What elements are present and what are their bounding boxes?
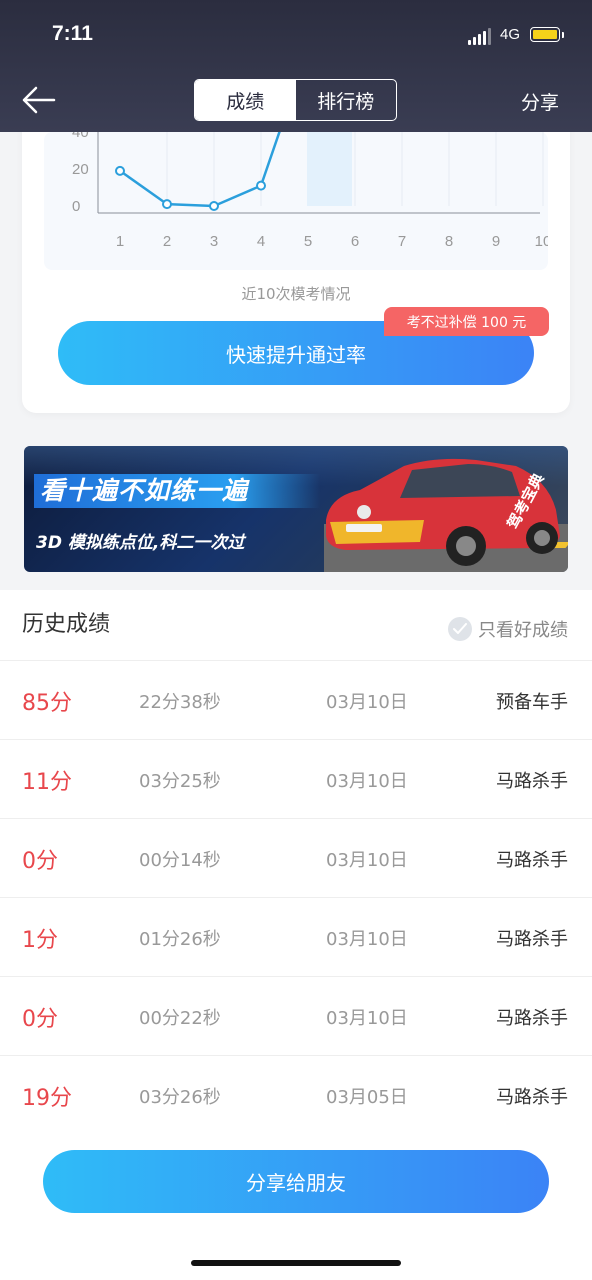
banner-title: 看十遍不如练一遍	[34, 474, 320, 508]
chart-y-tick-label: 40	[72, 132, 89, 141]
chart-x-tick-label: 4	[257, 233, 265, 250]
chart-data-point	[256, 180, 266, 191]
chart-area: 0 20 40 1 2 3 4 5 6 7 8 9 10	[44, 132, 548, 270]
banner-subtitle: 3D 模拟练点位,科二一次过	[36, 533, 245, 553]
row-score: 11分	[22, 770, 72, 795]
promo-banner[interactable]: 看十遍不如练一遍 3D 模拟练点位,科二一次过 驾考宝典	[24, 446, 568, 572]
tab-leaderboard[interactable]: 排行榜	[296, 80, 397, 120]
row-rank: 马路杀手	[496, 771, 568, 792]
row-duration: 03分26秒	[139, 1087, 221, 1108]
row-date: 03月10日	[326, 692, 408, 713]
row-duration: 01分26秒	[139, 929, 221, 950]
row-score: 0分	[22, 849, 58, 874]
row-rank: 马路杀手	[496, 1087, 568, 1108]
row-score: 85分	[22, 691, 72, 716]
row-rank: 马路杀手	[496, 850, 568, 871]
top-navigation-bar: 7:11 4G 成绩 排行榜 分享	[0, 0, 592, 132]
history-row[interactable]: 1分 01分26秒 03月10日 马路杀手	[0, 897, 592, 976]
chart-data-point	[209, 201, 219, 211]
chart-x-tick-label: 8	[445, 233, 453, 250]
history-row[interactable]: 0分 00分22秒 03月10日 马路杀手	[0, 976, 592, 1055]
chart-x-tick-label: 1	[116, 233, 124, 250]
chart-x-tick-label: 2	[163, 233, 171, 250]
home-indicator	[191, 1260, 401, 1266]
row-rank: 马路杀手	[496, 1008, 568, 1029]
row-score: 0分	[22, 1007, 58, 1032]
row-score: 1分	[22, 928, 58, 953]
battery-icon	[530, 27, 564, 42]
car-illustration: 驾考宝典	[326, 458, 560, 566]
row-duration: 00分22秒	[139, 1008, 221, 1029]
row-duration: 03分25秒	[139, 771, 221, 792]
chart-y-tick-label: 20	[72, 161, 89, 178]
history-list: 85分 22分38秒 03月10日 预备车手 11分 03分25秒 03月10日…	[0, 660, 592, 1134]
row-date: 03月05日	[326, 1087, 408, 1108]
row-date: 03月10日	[326, 929, 408, 950]
row-date: 03月10日	[326, 1008, 408, 1029]
chart-x-tick-label: 3	[210, 233, 218, 250]
row-duration: 22分38秒	[139, 692, 221, 713]
check-circle-icon[interactable]	[448, 617, 472, 641]
row-rank: 马路杀手	[496, 929, 568, 950]
row-date: 03月10日	[326, 771, 408, 792]
compensation-badge: 考不过补偿 100 元	[384, 307, 549, 336]
network-type: 4G	[500, 26, 521, 43]
chart-x-tick-label: 7	[398, 233, 406, 250]
history-row[interactable]: 85分 22分38秒 03月10日 预备车手	[0, 660, 592, 739]
row-duration: 00分14秒	[139, 850, 221, 871]
share-to-friends-button[interactable]: 分享给朋友	[43, 1150, 549, 1213]
improve-pass-rate-label: 快速提升通过率	[226, 342, 366, 367]
chart-data-point	[162, 199, 172, 210]
share-to-friends-label: 分享给朋友	[246, 1171, 346, 1195]
signal-icon	[468, 28, 491, 45]
chart-y-tick-label: 0	[72, 198, 80, 215]
chart-x-tick-label: 10	[535, 233, 548, 250]
history-row[interactable]: 11分 03分25秒 03月10日 马路杀手	[0, 739, 592, 818]
back-button[interactable]	[22, 84, 58, 116]
row-rank: 预备车手	[496, 692, 568, 713]
chart-card: 0 20 40 1 2 3 4 5 6 7 8 9 10 近10次模考情况 快速提升通过率 考不过补偿 …	[22, 100, 570, 413]
chart-x-tick-label: 9	[492, 233, 500, 250]
row-score: 19分	[22, 1086, 72, 1111]
tab-scores[interactable]: 成绩	[195, 80, 296, 120]
share-button[interactable]: 分享	[521, 88, 559, 115]
score-line-chart: 0 20 40 1 2 3 4 5 6 7 8 9 10	[72, 132, 548, 250]
chart-x-tick-label: 5	[304, 233, 312, 250]
arrow-left-icon	[22, 86, 56, 114]
good-scores-filter[interactable]: 只看好成绩	[448, 616, 568, 642]
row-date: 03月10日	[326, 850, 408, 871]
history-title: 历史成绩	[22, 612, 111, 637]
chart-highlight-column	[307, 132, 352, 206]
history-row[interactable]: 0分 00分14秒 03月10日 马路杀手	[0, 818, 592, 897]
status-time: 7:11	[52, 22, 93, 45]
chart-data-point	[115, 165, 125, 176]
history-row[interactable]: 19分 03分26秒 03月05日 马路杀手	[0, 1055, 592, 1134]
good-scores-filter-label: 只看好成绩	[478, 620, 568, 641]
segmented-tabs: 成绩 排行榜	[194, 79, 397, 121]
chart-x-tick-label: 6	[351, 233, 359, 250]
chart-caption: 近10次模考情况	[241, 285, 351, 303]
